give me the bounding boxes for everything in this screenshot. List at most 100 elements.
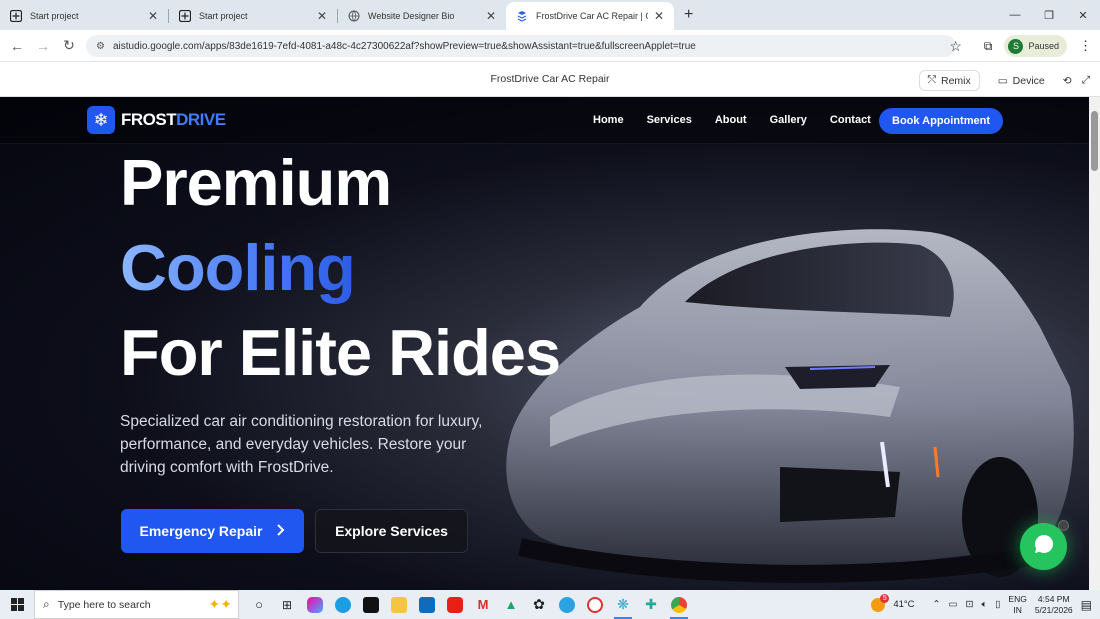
windows-taskbar: ⌕ Type here to search ✦✦ ○ ⊞ M ▲ ✿ ❋ ✚ 5… — [0, 590, 1100, 619]
chat-close-dot-icon[interactable] — [1058, 520, 1069, 531]
search-placeholder: Type here to search — [57, 598, 151, 611]
hero-heading-line2: Cooling — [120, 235, 356, 300]
nav-item-contact[interactable]: Contact — [830, 114, 871, 126]
explore-services-button[interactable]: Explore Services — [315, 509, 468, 553]
minimize-icon[interactable]: — — [998, 9, 1032, 21]
forward-icon[interactable]: → — [30, 38, 56, 54]
system-tray: 5 41°C ⌃ ▭ ⊡ 🔈︎ ▯ ENG IN 4:54 PM 5/21/2026… — [871, 590, 1092, 619]
network-icon[interactable]: ⊡ — [966, 599, 974, 610]
aistudio-favicon-icon — [179, 10, 191, 22]
tab-title: Start project — [199, 11, 248, 21]
clock[interactable]: 4:54 PM 5/21/2026 — [1035, 594, 1073, 616]
capcut-icon[interactable] — [357, 590, 385, 619]
sparkle-icon: ✦✦ — [208, 596, 232, 612]
nav-item-about[interactable]: About — [715, 114, 747, 126]
back-icon[interactable]: ← — [4, 38, 30, 54]
remix-label: Remix — [940, 74, 971, 87]
photos-icon[interactable]: ✿ — [525, 590, 553, 619]
taskbar-apps: ○ ⊞ M ▲ ✿ ❋ ✚ — [245, 590, 693, 619]
screen-recorder-icon[interactable] — [581, 590, 609, 619]
gmail-icon[interactable]: M — [469, 590, 497, 619]
hero-subtitle: Specialized car air conditioning restora… — [120, 413, 483, 476]
scrollbar-thumb[interactable] — [1091, 111, 1098, 171]
volume-icon[interactable]: 🔈︎ — [981, 599, 987, 610]
google-drive-icon[interactable]: ▲ — [497, 590, 525, 619]
site-info-icon[interactable]: ⚙ — [96, 41, 105, 52]
logo-part-frost: FROST — [121, 110, 177, 129]
aistudio-favicon-icon — [10, 10, 22, 22]
device-icon: ▭ — [997, 74, 1008, 87]
search-icon: ⌕ — [43, 597, 50, 611]
emergency-repair-button[interactable]: Emergency Repair — [121, 509, 304, 553]
browser-tab-strip: Start project ✕ Start project ✕ Website … — [0, 0, 1100, 30]
edge-icon[interactable] — [329, 590, 357, 619]
chat-bubble-icon — [1032, 532, 1056, 561]
restore-icon[interactable]: ❐ — [1032, 9, 1066, 22]
page-scrollbar[interactable] — [1089, 97, 1100, 590]
windows-start-icon[interactable] — [0, 598, 34, 611]
slack-icon[interactable]: ✚ — [637, 590, 665, 619]
device-tray-icon[interactable]: ▭ — [949, 599, 958, 610]
chrome-icon[interactable] — [665, 590, 693, 619]
browser-tab[interactable]: Start project ✕ — [169, 2, 337, 30]
clock-time: 4:54 PM — [1037, 593, 1070, 604]
applet-tools: ⤲ Remix ▭ Device ⟲ ⤢ — [918, 70, 1090, 91]
logo-part-drive: DRIVE — [176, 110, 226, 129]
remix-icon: ⤲ — [927, 74, 936, 86]
react-app-icon[interactable]: ❋ — [609, 590, 637, 619]
weather-icon[interactable]: 5 — [871, 593, 890, 612]
remix-button[interactable]: ⤲ Remix — [918, 70, 980, 91]
file-explorer-icon[interactable] — [385, 590, 413, 619]
outlook-icon[interactable] — [413, 590, 441, 619]
rotate-icon[interactable]: ⟲ — [1063, 75, 1072, 87]
battery-icon[interactable]: ▯ — [995, 599, 1000, 610]
browser-tab[interactable]: Website Designer Bio ✕ — [338, 2, 506, 30]
hero-heading-line3: For Elite Rides — [120, 316, 561, 389]
youtube-icon[interactable] — [441, 590, 469, 619]
close-tab-icon[interactable]: ✕ — [486, 9, 496, 23]
avatar: S — [1008, 38, 1024, 54]
menu-kebab-icon[interactable]: ⋮ — [1079, 38, 1092, 54]
language-indicator[interactable]: ENG IN — [1008, 594, 1026, 616]
lang-region: IN — [1013, 604, 1022, 615]
close-tab-icon[interactable]: ✕ — [654, 9, 664, 23]
car-image — [480, 217, 1089, 587]
logo-wordmark: FROSTDRIVE — [121, 110, 226, 130]
browser-tab-active[interactable]: FrostDrive Car AC Repair | Goog ✕ — [506, 2, 674, 30]
applet-header: FrostDrive Car AC Repair ⤲ Remix ▭ Devic… — [0, 62, 1100, 97]
hero-section: ❄ FROSTDRIVE Home Services About Gallery… — [0, 97, 1089, 590]
url-text: aistudio.google.com/apps/83de1619-7efd-4… — [112, 40, 696, 52]
device-label: Device — [1012, 74, 1045, 87]
profile-button[interactable]: S Paused — [1004, 35, 1067, 57]
chevron-up-icon[interactable]: ⌃ — [933, 599, 941, 610]
globe-favicon-icon — [348, 10, 360, 22]
emergency-repair-label: Emergency Repair — [139, 523, 263, 539]
tab-title: Start project — [30, 11, 79, 21]
bookmark-star-icon[interactable]: ☆ — [949, 38, 962, 55]
close-tab-icon[interactable]: ✕ — [148, 9, 158, 23]
widgets-icon[interactable]: ⊞ — [273, 590, 301, 619]
browser-tab[interactable]: Start project ✕ — [0, 2, 168, 30]
device-button[interactable]: ▭ Device — [990, 72, 1053, 90]
copilot-icon[interactable] — [301, 590, 329, 619]
toolbar-right: ☆ ⧉ S Paused ⋮ — [949, 35, 1092, 57]
close-tab-icon[interactable]: ✕ — [317, 9, 327, 23]
telegram-icon[interactable] — [553, 590, 581, 619]
site-logo[interactable]: ❄ FROSTDRIVE — [87, 106, 226, 134]
nav-item-home[interactable]: Home — [593, 114, 624, 126]
task-view-icon[interactable]: ○ — [245, 590, 273, 619]
snowflake-icon: ❄ — [87, 106, 115, 134]
book-appointment-button[interactable]: Book Appointment — [879, 108, 1003, 134]
fullscreen-icon[interactable]: ⤢ — [1082, 74, 1090, 87]
close-window-icon[interactable]: ✕ — [1066, 9, 1100, 22]
nav-item-services[interactable]: Services — [647, 114, 692, 126]
temperature[interactable]: 41°C — [893, 599, 914, 610]
url-field[interactable]: ⚙ aistudio.google.com/apps/83de1619-7efd… — [86, 35, 956, 57]
site-navbar: ❄ FROSTDRIVE Home Services About Gallery… — [0, 97, 1089, 144]
new-tab-icon[interactable]: + — [674, 6, 703, 30]
nav-item-gallery[interactable]: Gallery — [770, 114, 807, 126]
taskbar-search[interactable]: ⌕ Type here to search ✦✦ — [34, 590, 239, 619]
reload-icon[interactable]: ↻ — [56, 37, 82, 54]
reading-mode-icon[interactable]: ⧉ — [984, 39, 993, 54]
notifications-icon[interactable]: ▤ — [1081, 598, 1092, 612]
